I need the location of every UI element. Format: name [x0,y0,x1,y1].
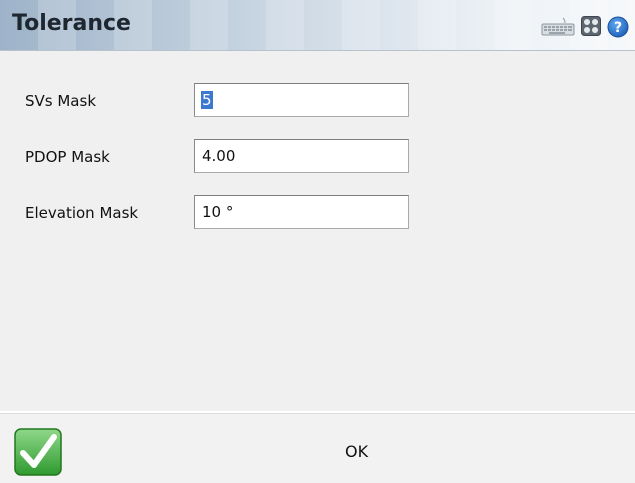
svs-mask-label: SVs Mask [25,92,97,110]
svs-mask-value: 5 [201,91,213,109]
pdop-mask-label: PDOP Mask [25,148,110,166]
svs-mask-input[interactable]: 5 [194,83,409,117]
elevation-mask-value: 10 ° [202,203,234,221]
window-title: Tolerance [12,11,131,36]
footer-bar: OK [0,413,635,483]
checkmark-icon[interactable] [14,428,62,476]
help-icon[interactable]: ? [607,16,629,42]
keyboard-icon[interactable] [541,16,575,40]
pdop-mask-value: 4.00 [202,147,236,165]
svs-mask-row: SVs Mask 5 [0,83,635,119]
svg-text:?: ? [614,20,622,36]
apps-icon[interactable] [581,16,601,40]
form-area: SVs Mask 5 PDOP Mask 4.00 Elevation Mask… [0,51,635,411]
elevation-mask-row: Elevation Mask 10 ° [0,195,635,231]
ok-button[interactable]: OK [345,442,368,461]
elevation-mask-label: Elevation Mask [25,204,139,222]
title-bar: Tolerance ? [0,0,635,51]
pdop-mask-row: PDOP Mask 4.00 [0,139,635,175]
elevation-mask-input[interactable]: 10 ° [194,195,409,229]
pdop-mask-input[interactable]: 4.00 [194,139,409,173]
